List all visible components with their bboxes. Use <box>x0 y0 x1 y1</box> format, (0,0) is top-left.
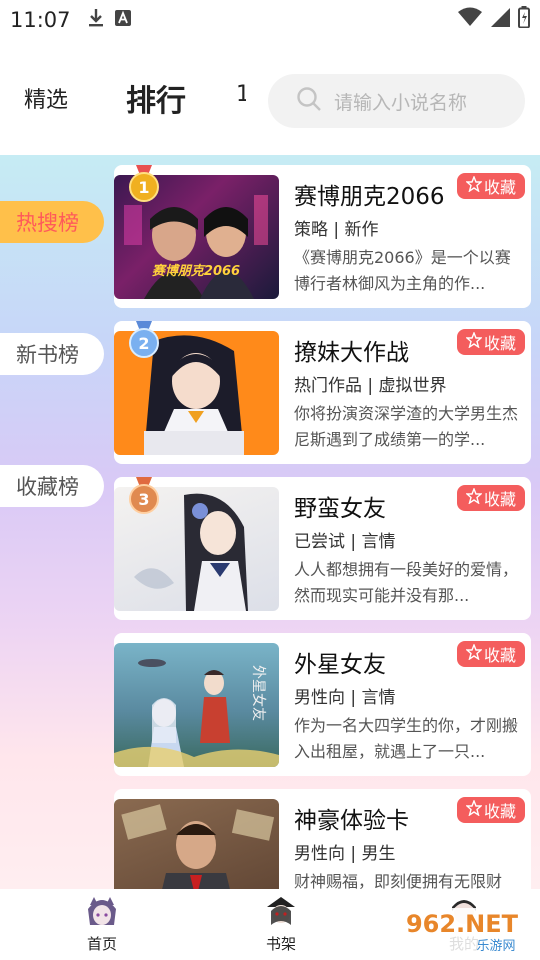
rank-area: 热搜榜 新书榜 收藏榜 赛博朋克2066 1 赛博朋克2066 策略 | 新作 … <box>0 155 540 932</box>
a-icon <box>114 10 131 30</box>
signal-icon <box>490 7 510 31</box>
favorite-button[interactable]: 收藏 <box>457 173 525 199</box>
star-icon <box>465 487 483 508</box>
book-title[interactable]: 外星女友 <box>294 645 386 679</box>
search-placeholder: 请输入小说名称 <box>334 91 468 114</box>
favorite-button[interactable]: 收藏 <box>457 485 525 511</box>
book-title[interactable]: 赛博朋克2066 <box>294 177 445 211</box>
book-tags: 策略 | 新作 <box>294 220 379 240</box>
svg-text:乐游网: 乐游网 <box>476 939 515 954</box>
book-description: 作为一名大四学生的你，才刚搬入出租屋，就遇上了一只... <box>294 716 519 761</box>
star-icon <box>465 175 483 196</box>
side-tab-hot[interactable]: 热搜榜 <box>0 201 104 243</box>
side-tab-favorites[interactable]: 收藏榜 <box>0 465 104 507</box>
tab-rank[interactable]: 排行 <box>126 76 186 120</box>
svg-text:1: 1 <box>138 178 149 197</box>
download-icon <box>87 8 105 32</box>
book-cover[interactable]: 外星女友 <box>114 643 279 767</box>
book-description: 《赛博朋克2066》是一个以赛博行者林御风为主角的作... <box>294 248 511 293</box>
header: 精选 排行 1 请输入小说名称 <box>0 62 540 142</box>
cover-title-text: 外星女友 <box>250 665 267 721</box>
book-card[interactable]: 3 野蛮女友 已尝试 | 言情 人人都想拥有一段美好的爱情，然而现实可能并没有那… <box>114 477 531 620</box>
svg-text:2: 2 <box>138 334 149 353</box>
rank-medal-bronze: 3 <box>128 477 160 515</box>
svg-text:3: 3 <box>138 490 149 509</box>
nav-home[interactable]: 首页 <box>62 895 142 954</box>
favorite-label: 收藏 <box>483 490 516 509</box>
star-icon <box>465 331 483 352</box>
search-icon <box>296 86 322 116</box>
side-tab-label: 新书榜 <box>16 343 79 367</box>
book-card[interactable]: 2 撩妹大作战 热门作品 | 虚拟世界 你将扮演资深学渣的大学男生杰尼斯遇到了成… <box>114 321 531 464</box>
favorite-label: 收藏 <box>483 334 516 353</box>
nav-bookshelf-label: 书架 <box>265 935 296 953</box>
watermark-logo: 962.NET 乐游网 <box>400 904 536 956</box>
favorite-label: 收藏 <box>483 646 516 665</box>
nav-home-label: 首页 <box>86 935 117 953</box>
tab-featured[interactable]: 精选 <box>24 82 68 114</box>
wifi-icon <box>458 7 482 31</box>
book-card[interactable]: 赛博朋克2066 1 赛博朋克2066 策略 | 新作 《赛博朋克2066》是一… <box>114 165 531 308</box>
book-title[interactable]: 野蛮女友 <box>294 489 386 523</box>
rank-medal-silver: 2 <box>128 321 160 359</box>
book-tags: 已尝试 | 言情 <box>294 532 396 552</box>
svg-text:962.NET: 962.NET <box>406 910 519 938</box>
favorite-button[interactable]: 收藏 <box>457 797 525 823</box>
bookshelf-avatar-icon <box>263 895 299 929</box>
side-tab-label: 热搜榜 <box>16 211 79 235</box>
cover-title-text: 赛博朋克2066 <box>152 263 240 279</box>
status-bar: 11:07 <box>0 0 540 40</box>
book-tags: 热门作品 | 虚拟世界 <box>294 376 447 396</box>
book-tags: 男性向 | 言情 <box>294 688 396 708</box>
book-card[interactable]: 外星女友 外星女友 男性向 | 言情 作为一名大四学生的你，才刚搬入出租屋，就遇… <box>114 633 531 776</box>
favorite-button[interactable]: 收藏 <box>457 641 525 667</box>
book-description: 你将扮演资深学渣的大学男生杰尼斯遇到了成绩第一的学... <box>294 404 519 449</box>
side-tab-label: 收藏榜 <box>16 475 79 499</box>
book-title[interactable]: 神豪体验卡 <box>294 801 409 835</box>
favorite-label: 收藏 <box>483 178 516 197</box>
nav-bookshelf[interactable]: 书架 <box>241 895 321 954</box>
favorite-button[interactable]: 收藏 <box>457 329 525 355</box>
tab-partial[interactable]: 1 <box>236 82 246 107</box>
book-description: 人人都想拥有一段美好的爱情，然而现实可能并没有那... <box>294 560 519 605</box>
side-tab-new[interactable]: 新书榜 <box>0 333 104 375</box>
rank-medal-gold: 1 <box>128 165 160 203</box>
status-time: 11:07 <box>10 8 71 32</box>
star-icon <box>465 799 483 820</box>
book-title[interactable]: 撩妹大作战 <box>294 333 409 367</box>
search-input[interactable]: 请输入小说名称 <box>268 74 525 128</box>
home-avatar-icon <box>84 895 120 929</box>
battery-icon <box>518 6 530 32</box>
book-tags: 男性向 | 男生 <box>294 844 396 864</box>
star-icon <box>465 643 483 664</box>
favorite-label: 收藏 <box>483 802 516 821</box>
